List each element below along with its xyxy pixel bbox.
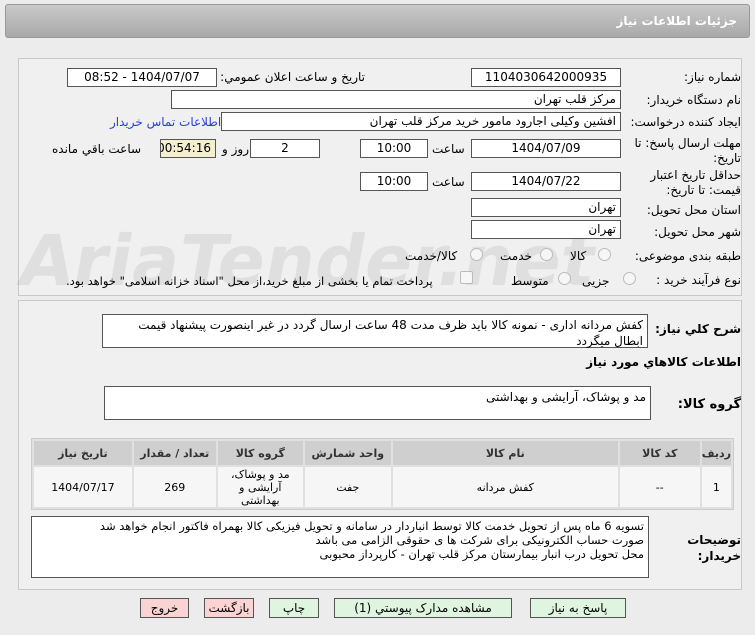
creator-field: افشین وکیلی اجارود مامور خرید مرکز قلب ت…	[221, 112, 621, 131]
page-title: جزئیات اطلاعات نیاز	[616, 14, 737, 28]
note-line: تسویه 6 ماه پس از تحویل خدمت کالا توسط ا…	[99, 519, 644, 533]
deadline-date-field: 1404/07/09	[471, 139, 621, 158]
buyer-org-label: نام دستگاه خریدار:	[646, 93, 742, 107]
description-textarea[interactable]: کفش مردانه اداری - نمونه کالا باید ظرف م…	[102, 314, 648, 348]
note-line: محل تحویل درب انبار بیمارستان مرکز قلب ت…	[319, 547, 644, 561]
category-service-label: خدمت	[500, 249, 532, 263]
reply-button[interactable]: پاسخ به نیاز	[530, 598, 626, 618]
city-field: تهران	[471, 220, 621, 239]
back-button[interactable]: بازگشت	[204, 598, 254, 618]
col-unit: واحد شمارش	[304, 441, 391, 465]
view-attachments-button[interactable]: مشاهده مدارک پیوستي (1)	[334, 598, 512, 618]
process-medium-radio[interactable]	[558, 272, 571, 285]
col-row: ردیف	[701, 441, 731, 465]
description-label: شرح کلي نياز:	[655, 322, 741, 336]
cell-unit: جفت	[304, 467, 391, 507]
table-header-row: ردیف کد کالا نام کالا واحد شمارش گروه کا…	[34, 441, 731, 465]
cell-code: --	[619, 467, 700, 507]
creator-label: ایجاد کننده درخواست:	[630, 115, 741, 129]
cell-name: کفش مردانه	[392, 467, 618, 507]
process-label: نوع فرآیند خرید :	[656, 273, 741, 287]
goods-group-label: گروه کالا:	[677, 397, 741, 412]
category-kala-label: کالا	[570, 249, 587, 263]
col-group: گروه کالا	[217, 441, 303, 465]
validity-date-field: 1404/07/22	[471, 172, 621, 191]
category-kala-radio[interactable]	[598, 248, 611, 261]
contact-buyer-link[interactable]: اطلاعات تماس خریدار	[110, 115, 221, 129]
cell-row: 1	[701, 467, 731, 507]
days-label: روز و	[222, 142, 249, 156]
validity-label: حداقل تاریخ اعتبار قیمت: تا تاریخ:	[650, 168, 741, 197]
deadline-label: مهلت ارسال پاسخ: تا تاریخ:	[634, 136, 741, 165]
province-label: استان محل تحویل:	[646, 203, 741, 217]
cell-date: 1404/07/17	[34, 467, 132, 507]
print-button[interactable]: چاپ	[269, 598, 319, 618]
process-minor-radio[interactable]	[623, 272, 636, 285]
province-field: تهران	[471, 198, 621, 217]
goods-info-title: اطلاعات کالاهاي مورد نياز	[586, 355, 741, 369]
validity-time-label: ساعت	[432, 175, 465, 189]
table-row: 1 -- کفش مردانه جفت مد و پوشاک، آرایشی و…	[34, 467, 731, 507]
need-number-field: 1104030642000935	[471, 68, 621, 87]
goods-table: ردیف کد کالا نام کالا واحد شمارش گروه کا…	[31, 438, 734, 510]
col-date: تاریخ نیاز	[34, 441, 132, 465]
page-header: جزئیات اطلاعات نیاز	[5, 4, 750, 38]
treasury-payment-note: پرداخت تمام یا بخشی از مبلغ خرید،از محل …	[66, 274, 433, 288]
announce-label: تاریخ و ساعت اعلان عمومي:	[220, 70, 365, 84]
goods-group-textarea[interactable]: مد و پوشاک، آرایشی و بهداشتی	[104, 386, 651, 420]
category-label: طبقه بندی موضوعی:	[634, 249, 741, 263]
announce-field: 1404/07/07 - 08:52	[67, 68, 217, 87]
buyer-org-field: مرکز قلب تهران	[171, 90, 621, 109]
process-medium-label: متوسط	[511, 274, 549, 288]
validity-time-field: 10:00	[360, 172, 428, 191]
cell-qty: 269	[133, 467, 216, 507]
cell-group: مد و پوشاک، آرایشی و بهداشتی	[217, 467, 303, 507]
treasury-payment-checkbox[interactable]	[460, 271, 473, 284]
city-label: شهر محل تحویل:	[654, 225, 741, 239]
process-minor-label: جزیی	[582, 274, 610, 288]
need-number-label: شماره نیاز:	[684, 70, 741, 84]
category-both-label: کالا/خدمت	[405, 249, 458, 263]
category-service-radio[interactable]	[540, 248, 553, 261]
remaining-timer: 00:54:16	[160, 139, 216, 158]
days-field: 2	[250, 139, 320, 158]
note-line: صورت حساب الکترونیکی برای شرکت ها ی حقوق…	[315, 533, 644, 547]
buyer-notes-textarea[interactable]: تسویه 6 ماه پس از تحویل خدمت کالا توسط ا…	[31, 516, 649, 578]
remaining-label: ساعت باقي مانده	[52, 142, 142, 156]
buyer-notes-label: توضیحات خریدار:	[687, 533, 741, 563]
deadline-time-field: 10:00	[360, 139, 428, 158]
deadline-time-label: ساعت	[432, 142, 465, 156]
col-qty: تعداد / مقدار	[133, 441, 216, 465]
category-both-radio[interactable]	[470, 248, 483, 261]
col-code: کد کالا	[619, 441, 700, 465]
col-name: نام کالا	[392, 441, 618, 465]
exit-button[interactable]: خروج	[140, 598, 189, 618]
